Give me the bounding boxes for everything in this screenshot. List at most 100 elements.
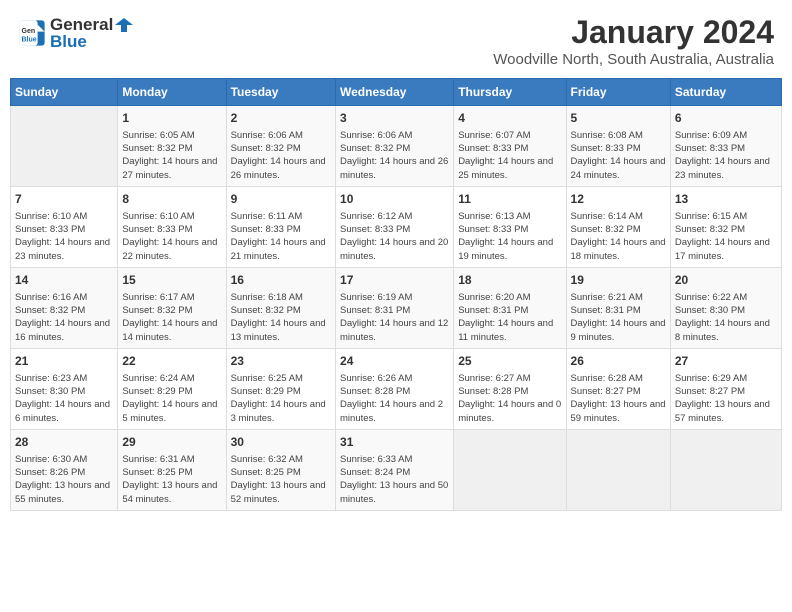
- calendar-cell: 17Sunrise: 6:19 AMSunset: 8:31 PMDayligh…: [336, 267, 454, 348]
- day-detail: Sunrise: 6:16 AMSunset: 8:32 PMDaylight:…: [15, 291, 113, 344]
- logo-bird-icon: [113, 14, 135, 36]
- calendar-cell: 3 Sunrise: 6:06 AMSunset: 8:32 PMDaylight…: [336, 106, 454, 187]
- logo: Gen Blue General Blue: [18, 14, 135, 52]
- day-detail: Sunrise: 6:13 AMSunset: 8:33 PMDaylight:…: [458, 210, 561, 263]
- day-number: 6: [675, 110, 777, 127]
- calendar-week-row: 1Sunrise: 6:05 AMSunset: 8:32 PMDaylight…: [11, 106, 782, 187]
- day-detail: Sunrise: 6:07 AMSunset: 8:33 PMDaylight:…: [458, 129, 561, 182]
- day-number: 15: [122, 272, 221, 289]
- day-detail: Sunrise: 6:30 AMSunset: 8:26 PMDaylight:…: [15, 453, 113, 506]
- day-number: 26: [571, 353, 666, 370]
- day-detail: Sunrise: 6:17 AMSunset: 8:32 PMDaylight:…: [122, 291, 221, 344]
- calendar-cell: 16Sunrise: 6:18 AMSunset: 8:32 PMDayligh…: [226, 267, 335, 348]
- day-number: 11: [458, 191, 561, 208]
- svg-text:Blue: Blue: [22, 36, 37, 43]
- day-number: 7: [15, 191, 113, 208]
- day-detail: Sunrise: 6:10 AMSunset: 8:33 PMDaylight:…: [122, 210, 221, 263]
- day-detail: Sunrise: 6:33 AMSunset: 8:24 PMDaylight:…: [340, 453, 449, 506]
- calendar-cell: 28 Sunrise: 6:30 AMSunset: 8:26 PMDayligh…: [11, 429, 118, 510]
- calendar-cell: 23Sunrise: 6:25 AMSunset: 8:29 PMDayligh…: [226, 348, 335, 429]
- calendar-cell: 1Sunrise: 6:05 AMSunset: 8:32 PMDaylight…: [118, 106, 226, 187]
- day-detail: Sunrise: 6:10 AMSunset: 8:33 PMDaylight:…: [15, 210, 113, 263]
- weekday-header: Wednesday: [336, 79, 454, 106]
- calendar-cell: 30 Sunrise: 6:32 AMSunset: 8:25 PMDayligh…: [226, 429, 335, 510]
- calendar-cell: [454, 429, 566, 510]
- calendar-cell: 10Sunrise: 6:12 AMSunset: 8:33 PMDayligh…: [336, 186, 454, 267]
- day-number: 21: [15, 353, 113, 370]
- calendar-cell: 5 Sunrise: 6:08 AMSunset: 8:33 PMDaylight…: [566, 106, 670, 187]
- svg-text:Gen: Gen: [22, 28, 36, 35]
- weekday-header: Sunday: [11, 79, 118, 106]
- calendar-cell: 8Sunrise: 6:10 AMSunset: 8:33 PMDaylight…: [118, 186, 226, 267]
- calendar-cell: 7 Sunrise: 6:10 AMSunset: 8:33 PMDaylight…: [11, 186, 118, 267]
- logo-icon: Gen Blue: [18, 19, 46, 47]
- day-number: 27: [675, 353, 777, 370]
- weekday-header: Thursday: [454, 79, 566, 106]
- day-number: 4: [458, 110, 561, 127]
- day-number: 2: [231, 110, 331, 127]
- day-number: 13: [675, 191, 777, 208]
- day-detail: Sunrise: 6:20 AMSunset: 8:31 PMDaylight:…: [458, 291, 561, 344]
- day-number: 20: [675, 272, 777, 289]
- day-detail: Sunrise: 6:21 AMSunset: 8:31 PMDaylight:…: [571, 291, 666, 344]
- calendar-cell: 29Sunrise: 6:31 AMSunset: 8:25 PMDayligh…: [118, 429, 226, 510]
- calendar-cell: 4 Sunrise: 6:07 AMSunset: 8:33 PMDaylight…: [454, 106, 566, 187]
- calendar-cell: [670, 429, 781, 510]
- day-number: 12: [571, 191, 666, 208]
- calendar-cell: 20 Sunrise: 6:22 AMSunset: 8:30 PMDayligh…: [670, 267, 781, 348]
- day-detail: Sunrise: 6:06 AMSunset: 8:32 PMDaylight:…: [231, 129, 331, 182]
- day-detail: Sunrise: 6:11 AMSunset: 8:33 PMDaylight:…: [231, 210, 331, 263]
- day-number: 14: [15, 272, 113, 289]
- calendar-cell: 14 Sunrise: 6:16 AMSunset: 8:32 PMDayligh…: [11, 267, 118, 348]
- calendar-week-row: 28 Sunrise: 6:30 AMSunset: 8:26 PMDayligh…: [11, 429, 782, 510]
- calendar-week-row: 21 Sunrise: 6:23 AMSunset: 8:30 PMDayligh…: [11, 348, 782, 429]
- page-header: Gen Blue General Blue January 2024 Woodv…: [10, 10, 782, 72]
- calendar-cell: 12 Sunrise: 6:14 AMSunset: 8:32 PMDayligh…: [566, 186, 670, 267]
- calendar-cell: 22Sunrise: 6:24 AMSunset: 8:29 PMDayligh…: [118, 348, 226, 429]
- day-detail: Sunrise: 6:08 AMSunset: 8:33 PMDaylight:…: [571, 129, 666, 182]
- calendar-cell: 24 Sunrise: 6:26 AMSunset: 8:28 PMDayligh…: [336, 348, 454, 429]
- calendar-week-row: 7 Sunrise: 6:10 AMSunset: 8:33 PMDaylight…: [11, 186, 782, 267]
- day-detail: Sunrise: 6:22 AMSunset: 8:30 PMDaylight:…: [675, 291, 777, 344]
- day-detail: Sunrise: 6:26 AMSunset: 8:28 PMDaylight:…: [340, 372, 449, 425]
- day-detail: Sunrise: 6:31 AMSunset: 8:25 PMDaylight:…: [122, 453, 221, 506]
- day-number: 5: [571, 110, 666, 127]
- calendar-table: SundayMondayTuesdayWednesdayThursdayFrid…: [10, 78, 782, 511]
- calendar-cell: 6 Sunrise: 6:09 AMSunset: 8:33 PMDaylight…: [670, 106, 781, 187]
- calendar-cell: 9 Sunrise: 6:11 AMSunset: 8:33 PMDaylight…: [226, 186, 335, 267]
- day-detail: Sunrise: 6:09 AMSunset: 8:33 PMDaylight:…: [675, 129, 777, 182]
- day-number: 25: [458, 353, 561, 370]
- weekday-header: Tuesday: [226, 79, 335, 106]
- day-number: 18: [458, 272, 561, 289]
- day-detail: Sunrise: 6:27 AMSunset: 8:28 PMDaylight:…: [458, 372, 561, 425]
- day-detail: Sunrise: 6:06 AMSunset: 8:32 PMDaylight:…: [340, 129, 449, 182]
- day-detail: Sunrise: 6:23 AMSunset: 8:30 PMDaylight:…: [15, 372, 113, 425]
- day-number: 9: [231, 191, 331, 208]
- calendar-cell: 13 Sunrise: 6:15 AMSunset: 8:32 PMDayligh…: [670, 186, 781, 267]
- calendar-week-row: 14 Sunrise: 6:16 AMSunset: 8:32 PMDayligh…: [11, 267, 782, 348]
- calendar-cell: 27 Sunrise: 6:29 AMSunset: 8:27 PMDayligh…: [670, 348, 781, 429]
- day-detail: Sunrise: 6:14 AMSunset: 8:32 PMDaylight:…: [571, 210, 666, 263]
- day-number: 28: [15, 434, 113, 451]
- weekday-header: Saturday: [670, 79, 781, 106]
- day-number: 24: [340, 353, 449, 370]
- day-detail: Sunrise: 6:12 AMSunset: 8:33 PMDaylight:…: [340, 210, 449, 263]
- location-title: Woodville North, South Australia, Austra…: [493, 51, 774, 68]
- day-number: 23: [231, 353, 331, 370]
- calendar-cell: 31 Sunrise: 6:33 AMSunset: 8:24 PMDayligh…: [336, 429, 454, 510]
- day-number: 22: [122, 353, 221, 370]
- day-detail: Sunrise: 6:29 AMSunset: 8:27 PMDaylight:…: [675, 372, 777, 425]
- day-detail: Sunrise: 6:32 AMSunset: 8:25 PMDaylight:…: [231, 453, 331, 506]
- day-number: 31: [340, 434, 449, 451]
- day-number: 3: [340, 110, 449, 127]
- day-detail: Sunrise: 6:28 AMSunset: 8:27 PMDaylight:…: [571, 372, 666, 425]
- weekday-header: Monday: [118, 79, 226, 106]
- calendar-cell: 26 Sunrise: 6:28 AMSunset: 8:27 PMDayligh…: [566, 348, 670, 429]
- month-title: January 2024: [493, 14, 774, 51]
- title-block: January 2024 Woodville North, South Aust…: [493, 14, 774, 68]
- calendar-cell: [11, 106, 118, 187]
- day-detail: Sunrise: 6:05 AMSunset: 8:32 PMDaylight:…: [122, 129, 221, 182]
- day-detail: Sunrise: 6:15 AMSunset: 8:32 PMDaylight:…: [675, 210, 777, 263]
- day-detail: Sunrise: 6:18 AMSunset: 8:32 PMDaylight:…: [231, 291, 331, 344]
- day-number: 30: [231, 434, 331, 451]
